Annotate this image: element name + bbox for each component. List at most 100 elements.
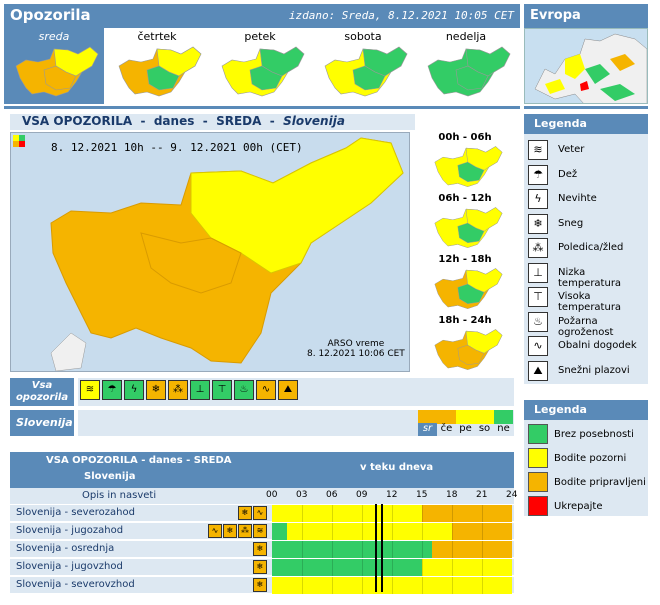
legend-item: ⊤ Visoka temperatura: [528, 287, 646, 313]
legend-item: ⛰ Snežni plazovi: [528, 360, 646, 383]
day-scale-swatch[interactable]: [494, 410, 513, 424]
region-name: Slovenija - jugovzhod: [16, 561, 123, 572]
warning-icon[interactable]: ❄: [253, 560, 267, 574]
timeline-segment: [272, 577, 362, 594]
table-row[interactable]: Slovenija - severozahod ❄ ∿: [10, 504, 514, 522]
grid-line: [482, 505, 483, 522]
grid-line: [422, 541, 423, 558]
legend-item-label: Visoka temperatura: [558, 291, 622, 313]
timeline-segment: [272, 559, 422, 576]
snow-icon: ❄: [528, 213, 548, 234]
warning-icon[interactable]: ❄: [253, 542, 267, 556]
warning-icon[interactable]: ❄: [253, 578, 267, 592]
hour-label: 21: [476, 490, 488, 500]
grid-line: [362, 577, 363, 594]
day-tab[interactable]: petek: [210, 28, 310, 104]
coastal-icon[interactable]: ∿: [256, 380, 276, 400]
legend-item-label: Obalni dogodek: [558, 340, 637, 351]
quarter-map[interactable]: [428, 327, 504, 376]
quarter-maps: 00h - 06h 06h - 12h 12h - 18h 18h - 24h: [418, 132, 512, 376]
grid-line: [482, 559, 483, 576]
quarter-map[interactable]: [428, 205, 504, 254]
day-tab[interactable]: nedelja: [416, 28, 516, 104]
day-tab-label: sobota: [344, 30, 382, 43]
fire-icon[interactable]: ♨: [234, 380, 254, 400]
table-row[interactable]: Slovenija - severovzhod ❄: [10, 576, 514, 594]
table-row[interactable]: Slovenija - jugovzhod ❄: [10, 558, 514, 576]
high-temp-icon[interactable]: ⊤: [212, 380, 232, 400]
legend-item: ❄ Sneg: [528, 213, 646, 236]
legend-item: ⁂ Poledica/žled: [528, 238, 646, 260]
day-scale-swatch[interactable]: [418, 410, 437, 424]
quarter-label: 12h - 18h: [438, 254, 492, 265]
rain-icon[interactable]: ☂: [102, 380, 122, 400]
day-scale-label[interactable]: ne: [494, 423, 513, 436]
legend-item-label: Bodite pozorni: [554, 453, 627, 464]
quarter-map[interactable]: [428, 266, 504, 315]
legend-title: Legenda: [524, 114, 648, 134]
legend-item: ♨ Požarna ogroženost: [528, 311, 646, 338]
timeline-bar: [272, 541, 512, 558]
warning-icon[interactable]: ≋: [253, 524, 267, 538]
day-scale-label[interactable]: so: [475, 423, 494, 436]
quarter-label: 00h - 06h: [438, 132, 492, 143]
warning-icon[interactable]: ∿: [253, 506, 267, 520]
quarter-label: 18h - 24h: [438, 315, 492, 326]
quarter-map[interactable]: [428, 144, 504, 193]
snow-icon[interactable]: ❄: [146, 380, 166, 400]
day-scale-label[interactable]: pe: [456, 423, 475, 436]
day-tabs: sreda četrtek petek sobota nedelja: [4, 28, 520, 106]
hour-label: 24: [506, 490, 518, 500]
hour-label: 03: [296, 490, 308, 500]
avalanche-icon[interactable]: ⛰: [278, 380, 298, 400]
main-heading: VSA OPOZORILA - danes - SREDA - Slovenij…: [10, 114, 415, 130]
legend-item-label: Požarna ogroženost: [558, 315, 614, 338]
color-swatch: [528, 472, 548, 492]
grid-line: [452, 505, 453, 522]
table-subheader: Opis in nasveti 00 03 06 09 12 15 18 21 24: [10, 488, 518, 504]
timeline-segment: [362, 577, 512, 594]
grid-line: [392, 505, 393, 522]
warning-icon[interactable]: ❄: [223, 524, 237, 538]
grid-line: [332, 541, 333, 558]
warning-icon[interactable]: ∿: [208, 524, 222, 538]
legend-item-label: Brez posebnosti: [554, 429, 634, 440]
table-row[interactable]: Slovenija - osrednja ❄: [10, 540, 514, 558]
low-temp-icon[interactable]: ⊥: [190, 380, 210, 400]
day-tab[interactable]: četrtek: [107, 28, 207, 104]
top-bar: Opozorila izdano: Sreda, 8.12.2021 10:05…: [4, 4, 520, 28]
timeline-segment: [272, 523, 287, 540]
warning-icon[interactable]: ❄: [238, 506, 252, 520]
europe-title[interactable]: Evropa: [524, 4, 648, 28]
ice-icon[interactable]: ⁂: [168, 380, 188, 400]
grid-line: [392, 559, 393, 576]
grid-line: [362, 541, 363, 558]
arso-stamp: ARSO vreme 8. 12.2021 10:06 CET: [307, 339, 405, 359]
legend-item: ϟ Nevihte: [528, 189, 646, 211]
day-tab[interactable]: sobota: [313, 28, 413, 104]
lightning-icon[interactable]: ϟ: [124, 380, 144, 400]
warning-icon[interactable]: ⁂: [238, 524, 252, 538]
day-scale-label[interactable]: sr: [418, 423, 437, 436]
day-tab[interactable]: sreda: [4, 28, 104, 104]
region-label: Slovenija: [10, 410, 74, 436]
day-scale-swatch[interactable]: [456, 410, 475, 424]
region-name: Slovenija - osrednja: [16, 543, 115, 554]
day-scale-swatch[interactable]: [475, 410, 494, 424]
divider: [524, 106, 648, 109]
color-legend: Brez posebnosti Bodite pozorni Bodite prip…: [524, 420, 648, 516]
europe-map[interactable]: [524, 28, 648, 104]
low-temp-icon: ⊥: [528, 262, 548, 283]
divider: [4, 106, 520, 109]
table-row[interactable]: Slovenija - jugozahod ∿ ❄ ⁂ ≋: [10, 522, 514, 540]
day-scale-swatch[interactable]: [437, 410, 456, 424]
warning-map[interactable]: 8. 12.2021 10h -- 9. 12.2021 00h (CET) A…: [10, 132, 410, 372]
desc-link[interactable]: Opis in nasveti: [82, 490, 156, 501]
grid-line: [422, 559, 423, 576]
hour-label: 18: [446, 490, 458, 500]
timeline-segment: [422, 505, 452, 522]
day-scale-label[interactable]: če: [437, 423, 456, 436]
page-title: Opozorila: [10, 6, 91, 24]
day-scale-row: sr če pe so ne: [78, 410, 514, 436]
wind-icon[interactable]: ≋: [80, 380, 100, 400]
